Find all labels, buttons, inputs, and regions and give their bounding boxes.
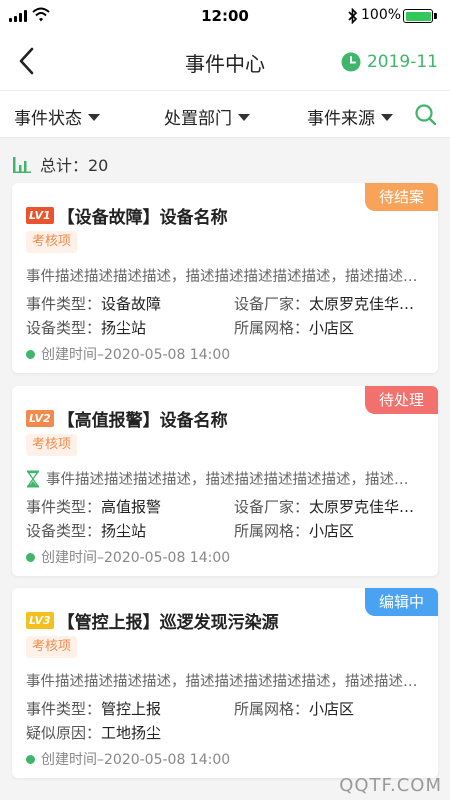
assessment-tag: 考核项 — [26, 636, 78, 658]
caret-down-icon — [381, 114, 393, 121]
level-badge: LV1 — [26, 207, 54, 224]
event-type-field: 事件类型：设备故障 — [26, 295, 162, 313]
device-type-field: 设备类型：扬尘站 — [26, 319, 147, 337]
event-description: 事件描述描述描述描述，描述描述描述描述描述，描述描述描述描述描述 — [26, 468, 418, 489]
event-type-field: 事件类型：管控上报 — [26, 700, 162, 718]
device-type-field: 设备类型：扬尘站 — [26, 522, 147, 540]
assessment-tag: 考核项 — [26, 231, 78, 253]
month-picker[interactable]: 2019-11 — [341, 52, 438, 72]
filter-label: 处置部门 — [164, 109, 232, 129]
manufacturer-field: 设备厂家：太原罗克佳华… — [234, 498, 415, 516]
grid-field: 所属网格：小店区 — [234, 522, 355, 540]
status-badge: 编辑中 — [364, 588, 438, 616]
event-description: 事件描述描述描述描述，描述描述描述描述描述，描述描述描述描述描述 — [26, 269, 418, 285]
status-dot — [26, 754, 35, 764]
level-badge: LV2 — [26, 410, 54, 427]
battery-icon — [403, 9, 437, 23]
level-badge: LV3 — [26, 612, 54, 629]
status-badge: 待处理 — [364, 386, 438, 414]
hourglass-icon — [27, 470, 39, 487]
status-dot — [26, 552, 35, 562]
created-time: 创建时间–2020-05-08 14:00 — [26, 749, 230, 769]
filter-event-source[interactable]: 事件来源 — [307, 104, 393, 129]
status-dot — [26, 349, 35, 359]
assessment-tag: 考核项 — [26, 434, 78, 456]
watermark: QQTF.COM — [339, 775, 442, 796]
clock-icon — [341, 52, 361, 72]
event-title-row: LV1 【设备故障】设备名称 — [26, 203, 228, 228]
caret-down-icon — [238, 114, 250, 121]
filter-department[interactable]: 处置部门 — [164, 104, 250, 129]
filter-bar: 事件状态 处置部门 事件来源 — [0, 90, 450, 138]
event-type-field: 事件类型：高值报警 — [26, 498, 162, 516]
event-card[interactable]: 待处理 LV2 【高值报警】设备名称 考核项 事件描述描述描述描述，描述描述描述… — [12, 386, 438, 576]
created-time: 创建时间–2020-05-08 14:00 — [26, 547, 230, 567]
caret-down-icon — [88, 114, 100, 121]
grid-field: 所属网格：小店区 — [234, 319, 355, 337]
filter-label: 事件来源 — [307, 109, 375, 129]
filter-event-status[interactable]: 事件状态 — [14, 104, 100, 129]
total-count: 总计：20 — [40, 156, 109, 175]
total-summary: 总计：20 — [12, 152, 108, 176]
search-icon[interactable] — [414, 103, 438, 127]
event-title-row: LV2 【高值报警】设备名称 — [26, 406, 228, 431]
event-title: 【管控上报】巡逻发现污染源 — [57, 613, 279, 633]
bluetooth-icon — [348, 8, 358, 24]
event-description: 事件描述描述描述描述，描述描述描述描述描述，描述描述描述描述描述 — [26, 674, 418, 690]
suspected-cause-field: 疑似原因：工地扬尘 — [26, 724, 162, 742]
status-bar: 12:00 100% — [0, 0, 450, 32]
created-time: 创建时间–2020-05-08 14:00 — [26, 344, 230, 364]
event-card[interactable]: 待结案 LV1 【设备故障】设备名称 考核项 事件描述描述描述描述，描述描述描述… — [12, 183, 438, 373]
filter-label: 事件状态 — [14, 109, 82, 129]
event-title: 【设备故障】设备名称 — [57, 208, 228, 228]
event-title: 【高值报警】设备名称 — [57, 411, 228, 431]
nav-bar: 事件中心 2019-11 — [0, 32, 450, 90]
grid-field: 所属网格：小店区 — [234, 700, 355, 718]
status-badge: 待结案 — [364, 183, 438, 211]
month-label: 2019-11 — [366, 52, 438, 72]
event-card[interactable]: 编辑中 LV3 【管控上报】巡逻发现污染源 考核项 事件描述描述描述描述，描述描… — [12, 588, 438, 778]
event-title-row: LV3 【管控上报】巡逻发现污染源 — [26, 608, 279, 633]
bar-chart-icon — [13, 157, 31, 173]
battery-percentage: 100% — [361, 7, 402, 23]
manufacturer-field: 设备厂家：太原罗克佳华… — [234, 295, 415, 313]
